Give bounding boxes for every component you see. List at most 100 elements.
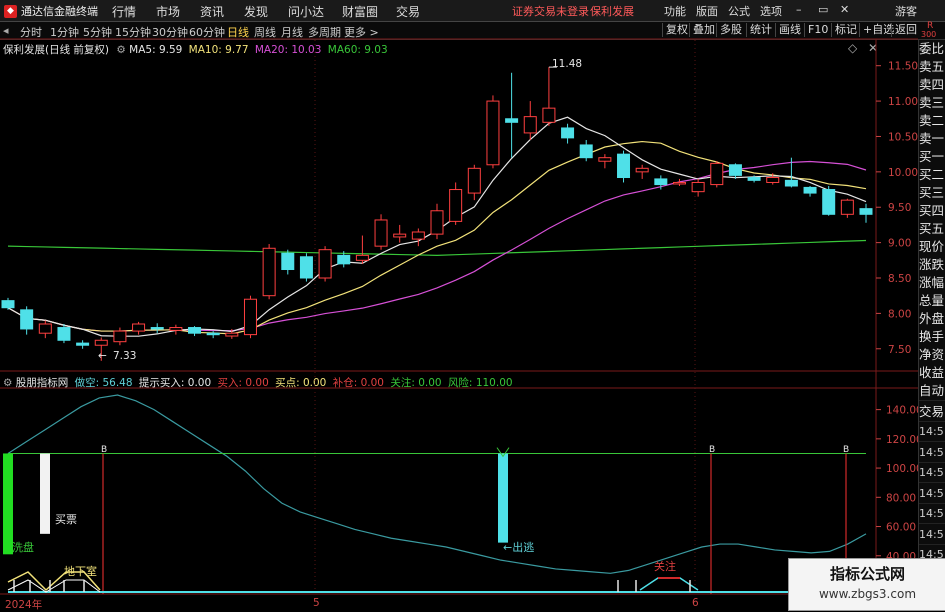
candle-body-17	[318, 249, 332, 279]
sidebar-item-13[interactable]: 涨幅	[919, 274, 945, 293]
sidebar-item-8[interactable]: 买三	[919, 184, 945, 203]
sidebar-lower-item-2[interactable]: 14:5	[919, 423, 945, 442]
price-tick-label-4: 9.50	[888, 202, 911, 214]
high-price-label: 11.48	[552, 58, 583, 70]
sidebar-item-4[interactable]: 卖二	[919, 112, 945, 131]
candle-body-40	[747, 177, 761, 181]
candle-body-19	[355, 254, 369, 261]
quote-sidebar: 委比 卖五 卖四 卖三 卖二 卖一 买一 买二 买三 买四 买五 现价 涨跌 涨幅 总量 外盘 换手 净资 收益 自动…	[918, 40, 945, 609]
candle-0	[1, 297, 15, 310]
low-price-label: 7.33	[113, 350, 137, 362]
candle-10	[188, 326, 202, 337]
candle-body-0	[1, 300, 15, 309]
price-tick-label-8: 7.50	[888, 344, 911, 356]
candle-19	[355, 235, 369, 264]
candle-8	[150, 323, 164, 334]
sidebar-item-2[interactable]: 卖四	[919, 76, 945, 95]
sidebar-item-1[interactable]: 卖五	[919, 58, 945, 77]
candle-22	[411, 228, 425, 247]
candle-28	[523, 101, 537, 140]
candle-body-44	[822, 189, 836, 215]
x-label-5: 5	[313, 597, 320, 609]
sidebar-item-3[interactable]: 卖三	[919, 94, 945, 113]
candle-11	[206, 331, 220, 339]
candle-body-30	[561, 127, 575, 139]
sidebar-lower-item-7[interactable]: 14:5	[919, 525, 945, 545]
sidebar-item-5[interactable]: 卖一	[919, 130, 945, 149]
candle-body-1	[20, 309, 34, 330]
watermark-url: www.zbgs3.com	[818, 587, 917, 601]
ind-tick-label-3: 80.00	[886, 492, 916, 504]
candle-15	[281, 249, 295, 275]
candle-body-12	[225, 332, 239, 337]
sidebar-lower-item-0[interactable]: 自动	[919, 382, 945, 401]
candle-25	[467, 164, 481, 201]
candle-body-38	[710, 162, 724, 186]
candle-3	[57, 324, 71, 344]
candle-34	[635, 164, 649, 179]
sidebar-item-15[interactable]: 外盘	[919, 310, 945, 329]
candle-body-20	[374, 219, 388, 247]
candle-20	[374, 214, 388, 250]
candle-body-39	[728, 164, 742, 176]
candle-39	[728, 163, 742, 179]
candle-body-33	[617, 153, 631, 179]
candle-30	[561, 123, 575, 144]
sidebar-item-9[interactable]: 买四	[919, 202, 945, 221]
candle-9	[169, 324, 183, 335]
chutao-bar	[498, 453, 508, 543]
sidebar-item-18[interactable]: 收益	[919, 364, 945, 383]
candle-6	[113, 327, 127, 346]
candle-17	[318, 246, 332, 282]
candle-29	[542, 67, 556, 126]
candle-body-13	[243, 298, 257, 336]
kline-chart[interactable]: 11.50 11.00 10.50 10.00 9.50 9.00 8.50 8.00 7.50…	[0, 0, 945, 609]
candle-body-8	[150, 327, 164, 330]
candle-body-43	[803, 186, 817, 194]
candle-body-23	[430, 210, 444, 235]
candle-body-5	[94, 339, 108, 346]
candle-16	[299, 253, 313, 282]
price-tick-label-5: 9.00	[888, 238, 911, 250]
sidebar-lower-item-6[interactable]: 14:5	[919, 505, 945, 524]
candle-body-32	[598, 157, 612, 162]
sidebar-item-10[interactable]: 买五	[919, 220, 945, 239]
sidebar-lower-item-5[interactable]: 14:5	[919, 484, 945, 504]
candle-body-35	[654, 178, 668, 186]
annotation-b-1: B	[101, 445, 108, 455]
sidebar-item-14[interactable]: 总量	[919, 292, 945, 311]
sidebar-item-0[interactable]: 委比	[919, 40, 945, 59]
candle-body-6	[113, 330, 127, 343]
sidebar-item-11[interactable]: 现价	[919, 238, 945, 257]
candle-26	[486, 95, 500, 169]
x-label-6: 6	[692, 597, 699, 609]
watermark-logo: 指标公式网 www.zbgs3.com	[788, 558, 945, 611]
low-price-arrow: ←	[98, 350, 107, 362]
candle-body-22	[411, 231, 425, 240]
candle-36	[672, 178, 686, 186]
price-tick-label-3: 10.00	[888, 167, 918, 179]
sidebar-item-7[interactable]: 买二	[919, 166, 945, 185]
sidebar-lower-item-3[interactable]: 14:5	[919, 443, 945, 463]
candle-body-25	[467, 167, 481, 194]
annotation-b-3: B	[843, 445, 850, 455]
x-label-2024: 2024年	[5, 599, 43, 611]
candle-body-36	[672, 181, 686, 185]
price-tick-label-0: 11.50	[888, 61, 918, 73]
sidebar-lower-item-4[interactable]: 14:5	[919, 464, 945, 483]
candle-38	[710, 161, 724, 188]
sidebar-item-17[interactable]: 净资	[919, 346, 945, 365]
sidebar-item-12[interactable]: 涨跌	[919, 256, 945, 275]
price-tick-label-7: 8.00	[888, 308, 911, 320]
candle-body-2	[38, 323, 52, 334]
candle-body-34	[635, 167, 649, 173]
candle-45	[840, 198, 854, 218]
candle-43	[803, 186, 817, 197]
candle-7	[132, 321, 146, 335]
candle-body-9	[169, 327, 183, 331]
annotation-maipiao: 买票	[55, 513, 77, 526]
sidebar-item-6[interactable]: 买一	[919, 148, 945, 167]
candle-23	[430, 203, 444, 240]
sidebar-lower-item-1[interactable]: 交易	[919, 402, 945, 422]
sidebar-item-16[interactable]: 换手	[919, 328, 945, 347]
